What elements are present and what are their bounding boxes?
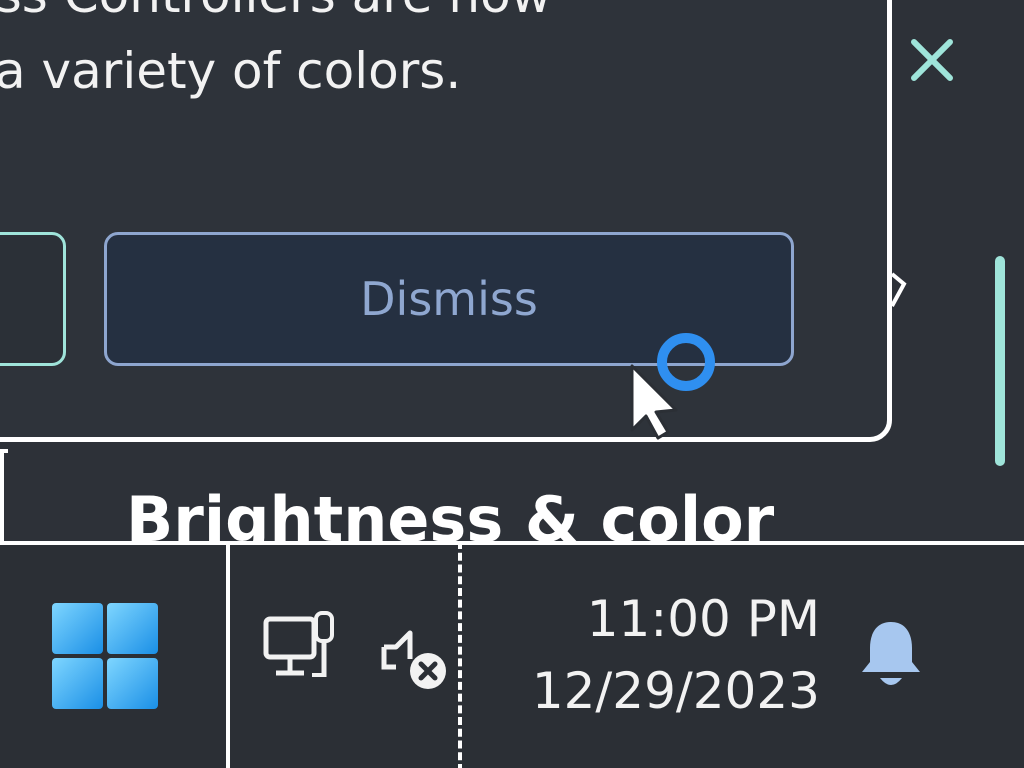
settings-panel-edge xyxy=(0,449,8,544)
volume-muted-icon[interactable] xyxy=(380,623,452,695)
network-icon[interactable] xyxy=(262,611,342,691)
notification-primary-button[interactable] xyxy=(0,232,66,366)
dismiss-button[interactable]: Dismiss xyxy=(104,232,794,366)
clock[interactable]: 11:00 PM 12/29/2023 xyxy=(480,583,820,727)
notification-line-1: ess Controllers are now xyxy=(0,0,552,35)
notification-popup: ess Controllers are now a variety of col… xyxy=(0,0,892,442)
notification-line-2: a variety of colors. xyxy=(0,42,462,100)
clock-time: 11:00 PM xyxy=(586,590,820,648)
system-tray[interactable] xyxy=(226,541,462,768)
scrollbar-thumb[interactable] xyxy=(995,256,1005,466)
bell-icon[interactable] xyxy=(858,618,924,692)
section-heading: Brightness & color xyxy=(126,483,775,542)
chevron-icon xyxy=(890,272,907,307)
clock-date: 12/29/2023 xyxy=(531,662,820,720)
screen: ess Controllers are now a variety of col… xyxy=(0,0,1024,768)
windows-logo-icon[interactable] xyxy=(50,601,160,711)
close-icon[interactable] xyxy=(906,34,958,86)
